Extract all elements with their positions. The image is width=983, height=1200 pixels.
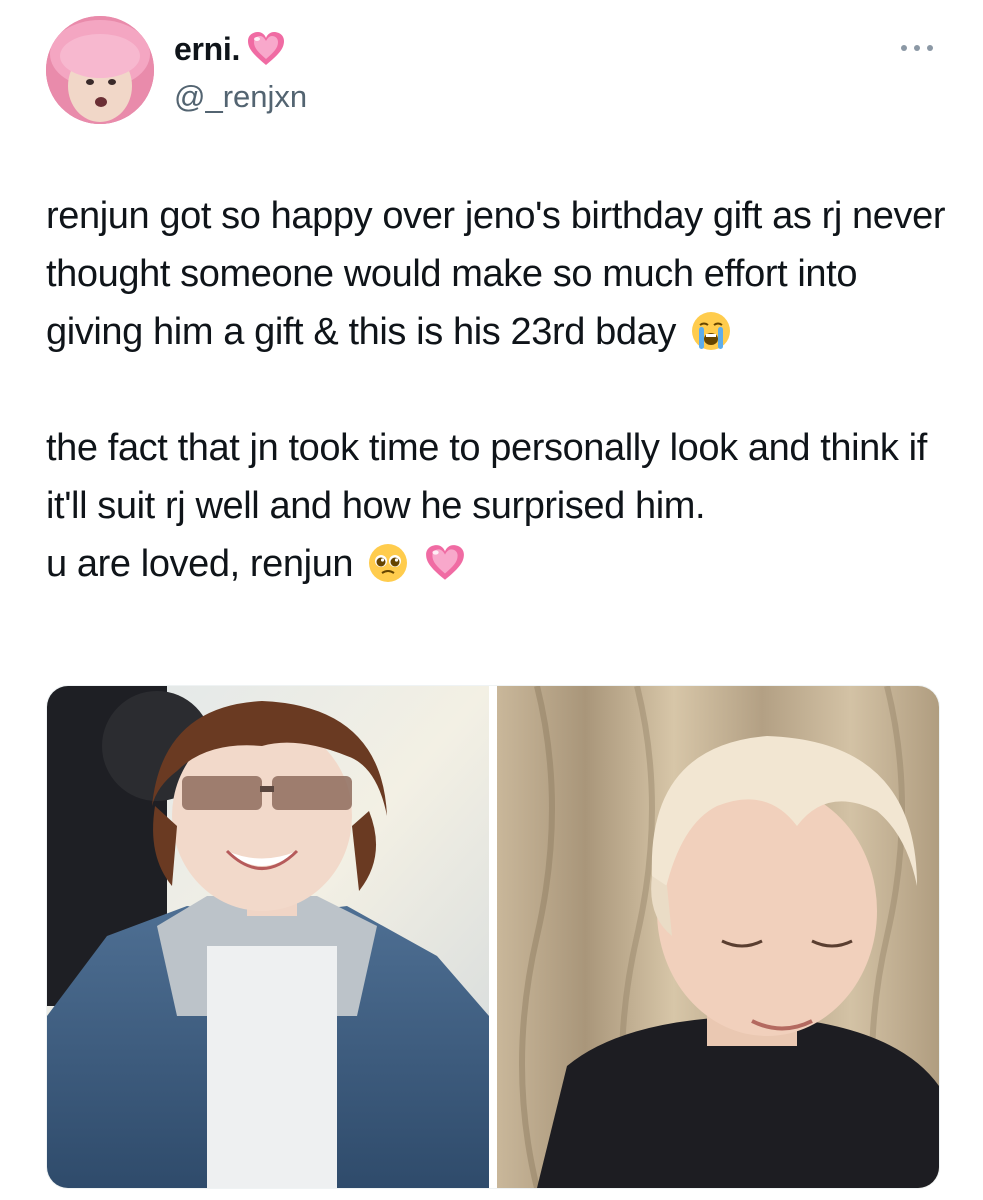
tweet-text: renjun got so happy over jeno's birthday… — [46, 187, 946, 593]
tweet-paragraph-3-text: u are loved, renjun — [46, 543, 354, 585]
avatar[interactable] — [46, 16, 154, 124]
pleading-face-icon — [367, 542, 409, 584]
more-dot-icon — [901, 45, 907, 51]
tweet-paragraph-2: the fact that jn took time to personally… — [46, 427, 927, 527]
display-name-text: erni. — [174, 31, 241, 67]
tweet-paragraph-1-text: renjun got so happy over jeno's birthday… — [46, 195, 946, 353]
more-dot-icon — [927, 45, 933, 51]
photo-2[interactable] — [497, 686, 939, 1188]
more-options-button[interactable] — [895, 38, 939, 58]
photo-1[interactable] — [47, 686, 489, 1188]
media-grid — [46, 685, 940, 1189]
tweet-paragraph-1: renjun got so happy over jeno's birthday… — [46, 187, 946, 361]
display-name[interactable]: erni. — [174, 29, 286, 69]
loudly-crying-face-icon — [690, 310, 732, 352]
tweet-paragraph-3: u are loved, renjun — [46, 535, 946, 593]
more-dot-icon — [914, 45, 920, 51]
avatar-photo — [46, 16, 154, 124]
sparkling-heart-icon — [424, 542, 466, 584]
handle[interactable]: @_renjxn — [174, 78, 307, 116]
sparkling-heart-icon — [246, 31, 286, 67]
